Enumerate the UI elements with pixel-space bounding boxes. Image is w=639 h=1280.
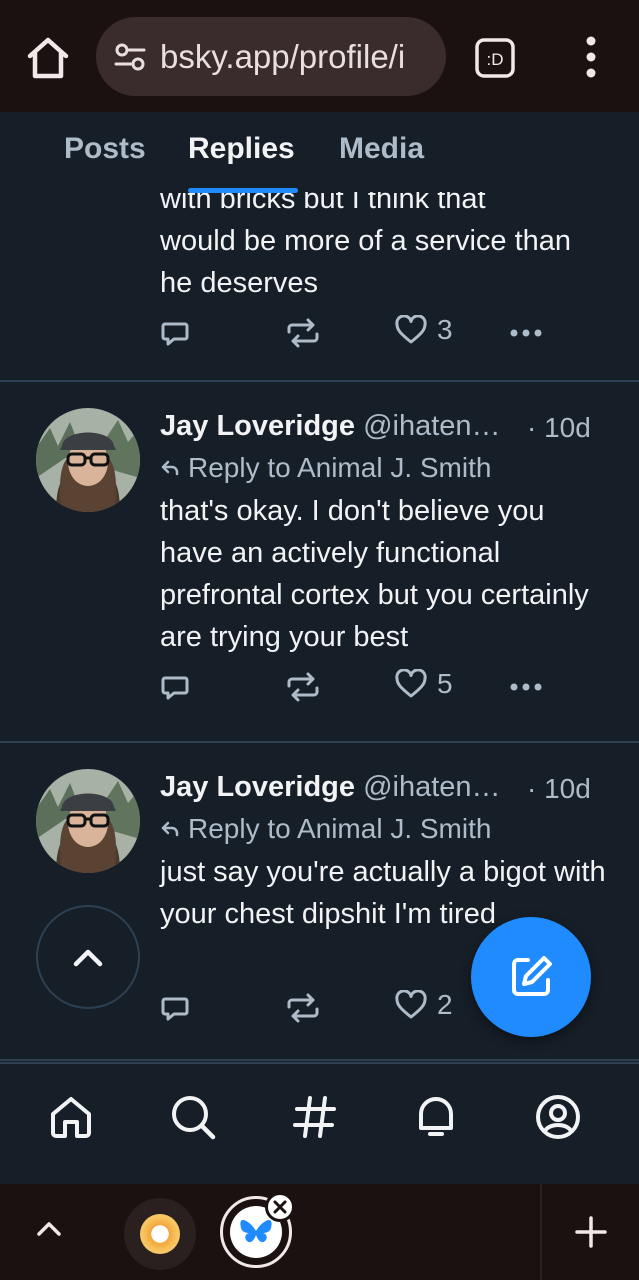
reply-button[interactable] bbox=[160, 672, 190, 702]
post-divider bbox=[0, 1059, 639, 1061]
reply-to-label[interactable]: Reply to Animal J. Smith bbox=[160, 452, 491, 484]
nav-notifications[interactable] bbox=[411, 1092, 461, 1142]
post-time[interactable]: · 10d bbox=[527, 773, 591, 805]
nav-search[interactable] bbox=[168, 1092, 218, 1142]
repost-button[interactable] bbox=[283, 993, 323, 1023]
author-name[interactable]: Jay Loveridge bbox=[160, 771, 355, 803]
app-logo-icon bbox=[140, 1214, 180, 1254]
hashtag-icon bbox=[293, 1096, 336, 1138]
like-count: 3 bbox=[437, 314, 453, 345]
url-text: bsky.app/profile/i bbox=[160, 37, 406, 75]
post-author-line[interactable]: Jay Loveridge @ihaten… bbox=[160, 410, 501, 443]
post-time[interactable]: · 10d bbox=[527, 412, 591, 444]
search-icon bbox=[172, 1096, 216, 1140]
like-button[interactable]: 5 bbox=[395, 668, 453, 700]
profile-icon bbox=[536, 1095, 580, 1139]
post-text: would be more of a service than he deser… bbox=[160, 225, 572, 299]
close-icon bbox=[273, 1200, 287, 1214]
browser-home-icon[interactable] bbox=[22, 32, 74, 84]
author-handle[interactable]: @ihaten… bbox=[363, 771, 500, 803]
butterfly-icon bbox=[240, 1220, 272, 1243]
avatar[interactable] bbox=[36, 769, 140, 873]
taskbar-close-button[interactable] bbox=[265, 1192, 295, 1222]
tab-posts[interactable]: Posts bbox=[64, 132, 146, 166]
tab-switcher-label: :D bbox=[487, 50, 504, 69]
site-settings-icon[interactable] bbox=[112, 39, 148, 75]
reply-to-text: Reply to Animal J. Smith bbox=[188, 813, 492, 844]
post-text-cut-line: with bricks but I think that bbox=[160, 192, 486, 215]
system-taskbar bbox=[0, 1184, 639, 1280]
plus-icon bbox=[575, 1216, 607, 1248]
feed-post[interactable]: Jay Loveridge @ihaten… · 10d Reply to An… bbox=[0, 382, 639, 742]
scroll-to-top-button[interactable] bbox=[36, 905, 140, 1009]
more-icon bbox=[510, 329, 542, 337]
author-name[interactable]: Jay Loveridge bbox=[160, 410, 355, 442]
repost-button[interactable] bbox=[283, 318, 323, 348]
nav-profile[interactable] bbox=[533, 1092, 583, 1142]
avatar[interactable] bbox=[36, 408, 140, 512]
browser-toolbar: bsky.app/profile/i :D bbox=[0, 0, 639, 112]
browser-menu-icon[interactable] bbox=[574, 30, 608, 84]
repost-icon bbox=[287, 672, 319, 702]
reply-arrow-icon bbox=[161, 821, 179, 837]
active-tab-indicator bbox=[188, 188, 298, 193]
compose-icon bbox=[512, 956, 552, 996]
reply-button[interactable] bbox=[160, 318, 190, 348]
like-button[interactable]: 2 bbox=[395, 989, 453, 1021]
chevron-up-icon bbox=[37, 1222, 61, 1236]
more-options-button[interactable] bbox=[508, 318, 544, 348]
like-count: 5 bbox=[437, 668, 453, 699]
compose-post-button[interactable] bbox=[471, 917, 591, 1037]
heart-icon bbox=[395, 669, 427, 698]
author-handle[interactable]: @ihaten… bbox=[363, 410, 500, 442]
bell-icon bbox=[419, 1097, 453, 1136]
post-author-line[interactable]: Jay Loveridge @ihaten… bbox=[160, 771, 501, 804]
more-icon bbox=[510, 683, 542, 691]
url-bar[interactable]: bsky.app/profile/i bbox=[96, 17, 446, 96]
repost-icon bbox=[287, 993, 319, 1023]
profile-tab-bar: Posts Replies Media bbox=[0, 112, 639, 193]
like-button[interactable]: 3 bbox=[395, 314, 453, 346]
home-icon bbox=[51, 1097, 91, 1138]
reply-icon bbox=[161, 997, 189, 1021]
reply-button[interactable] bbox=[160, 993, 190, 1023]
like-count: 2 bbox=[437, 989, 453, 1020]
tab-replies[interactable]: Replies bbox=[188, 132, 295, 166]
reply-to-text: Reply to Animal J. Smith bbox=[188, 452, 492, 483]
taskbar-divider bbox=[540, 1184, 542, 1280]
repost-button[interactable] bbox=[283, 672, 323, 702]
chevron-up-icon bbox=[73, 949, 103, 967]
taskbar-add-button[interactable] bbox=[573, 1214, 609, 1250]
reply-icon bbox=[161, 676, 189, 700]
post-text: that's okay. I don't believe you have an… bbox=[160, 495, 589, 653]
tab-media[interactable]: Media bbox=[339, 132, 424, 166]
nav-home[interactable] bbox=[46, 1092, 96, 1142]
taskbar-app-icon[interactable] bbox=[124, 1198, 196, 1270]
reply-to-label[interactable]: Reply to Animal J. Smith bbox=[160, 813, 491, 845]
reply-icon bbox=[161, 322, 189, 346]
tab-switcher-button[interactable]: :D bbox=[473, 36, 517, 80]
heart-icon bbox=[395, 315, 427, 344]
bottom-navigation bbox=[0, 1062, 639, 1184]
repost-icon bbox=[287, 318, 319, 348]
nav-feeds[interactable] bbox=[290, 1092, 340, 1142]
taskbar-expand-button[interactable] bbox=[34, 1214, 64, 1244]
reply-arrow-icon bbox=[161, 460, 179, 476]
more-options-button[interactable] bbox=[508, 672, 544, 702]
heart-icon bbox=[395, 990, 427, 1019]
feed-post[interactable]: with bricks but I think that would be mo… bbox=[0, 192, 639, 380]
